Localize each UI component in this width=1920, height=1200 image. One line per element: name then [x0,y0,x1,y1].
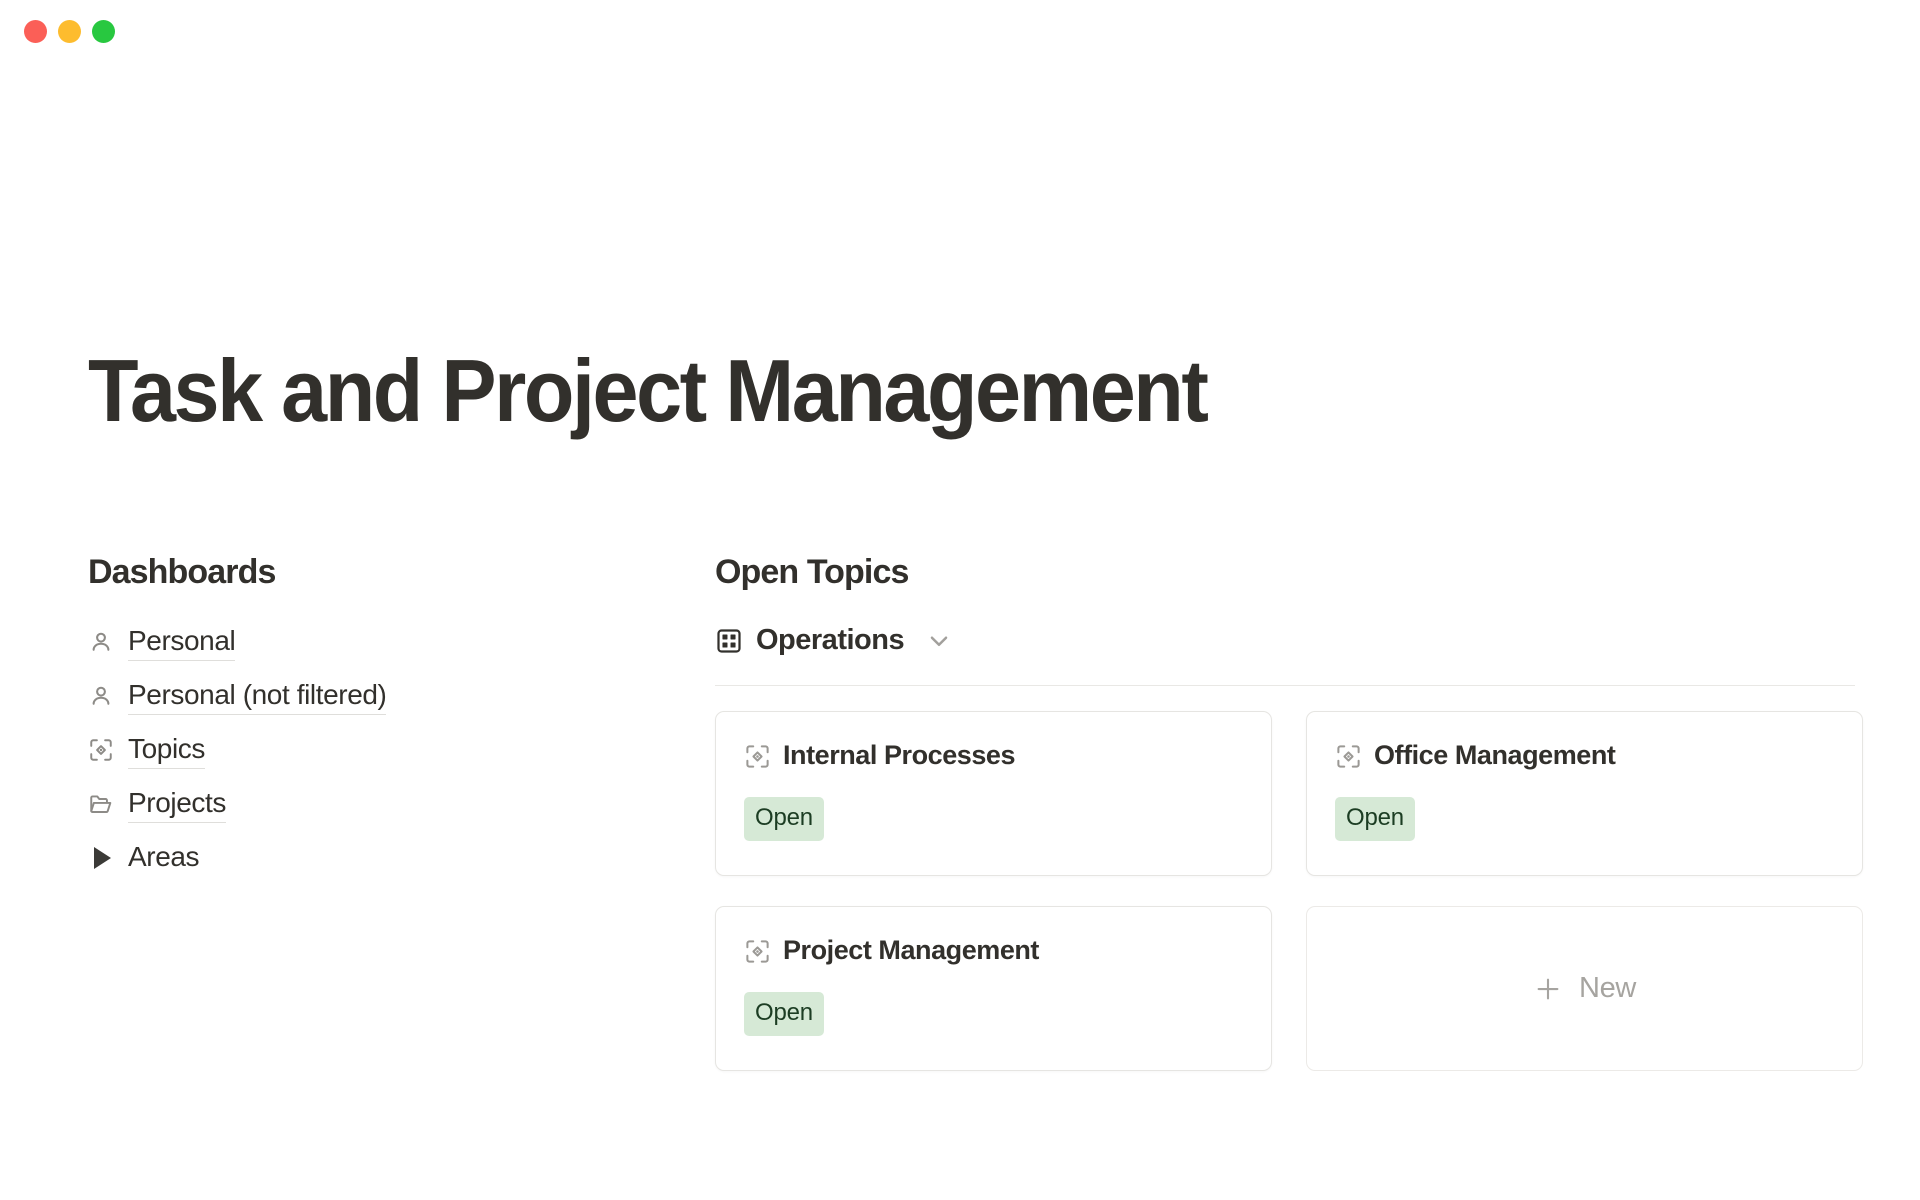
sidebar-item-areas[interactable]: Areas [88,831,558,885]
card-title-row: Office Management [1335,739,1834,773]
person-icon [88,629,114,655]
topic-scan-icon [744,743,771,770]
topic-card-project-management[interactable]: Project Management Open [715,906,1272,1072]
page-content: Task and Project Management Dashboards P… [0,62,1920,1200]
topic-card-office-management[interactable]: Office Management Open [1306,711,1863,877]
sidebar-item-label: Topics [128,731,205,769]
database-divider [715,684,1855,687]
sidebar-item-topics[interactable]: Topics [88,723,558,777]
sidebar-item-projects[interactable]: Projects [88,777,558,831]
topic-card-grid: Internal Processes Open Office Managemen… [715,711,1863,1072]
plus-icon [1533,974,1563,1004]
card-title-row: Project Management [744,934,1243,968]
topic-scan-icon [1335,743,1362,770]
database-name: Operations [756,624,905,657]
sidebar-item-label: Projects [128,785,226,823]
card-title: Office Management [1374,740,1616,771]
topic-scan-icon [88,737,114,763]
new-topic-inner: New [1533,971,1636,1006]
maximize-window-button[interactable] [92,19,115,43]
dashboards-list: Personal Personal (not filtered) Topics … [88,615,558,885]
card-title: Internal Processes [783,740,1016,771]
card-title-row: Internal Processes [744,739,1243,773]
open-topics-heading: Open Topics [715,553,909,591]
sidebar-item-label: Personal (not filtered) [128,677,387,715]
status-badge: Open [1335,797,1415,842]
status-badge: Open [744,797,824,842]
sidebar-item-label: Areas [128,841,200,873]
dashboards-heading: Dashboards [88,553,276,591]
new-topic-label: New [1578,972,1637,1005]
status-badge: Open [744,992,824,1037]
sidebar-item-label: Personal [128,623,236,661]
card-title: Project Management [783,935,1039,966]
window-titlebar [0,0,1920,62]
page-title: Task and Project Management [88,341,1209,440]
sidebar-item-personal[interactable]: Personal [88,615,558,669]
chevron-down-icon[interactable] [926,628,952,654]
person-icon [88,683,114,709]
triangle-collapsed-icon[interactable] [88,845,114,871]
sidebar-item-personal-not-filtered[interactable]: Personal (not filtered) [88,669,558,723]
database-grid-icon [715,627,743,655]
topic-scan-icon [744,938,771,965]
dashboards-column: Dashboards Personal Personal (not filter… [88,552,558,885]
folder-open-icon [88,791,114,817]
topic-card-internal-processes[interactable]: Internal Processes Open [715,711,1272,877]
new-topic-button[interactable]: New [1306,906,1863,1072]
close-window-button[interactable] [24,19,47,43]
minimize-window-button[interactable] [58,19,81,43]
database-selector-operations[interactable]: Operations [715,615,1920,667]
open-topics-column: Open Topics Operations Internal Processe… [715,552,1920,1072]
